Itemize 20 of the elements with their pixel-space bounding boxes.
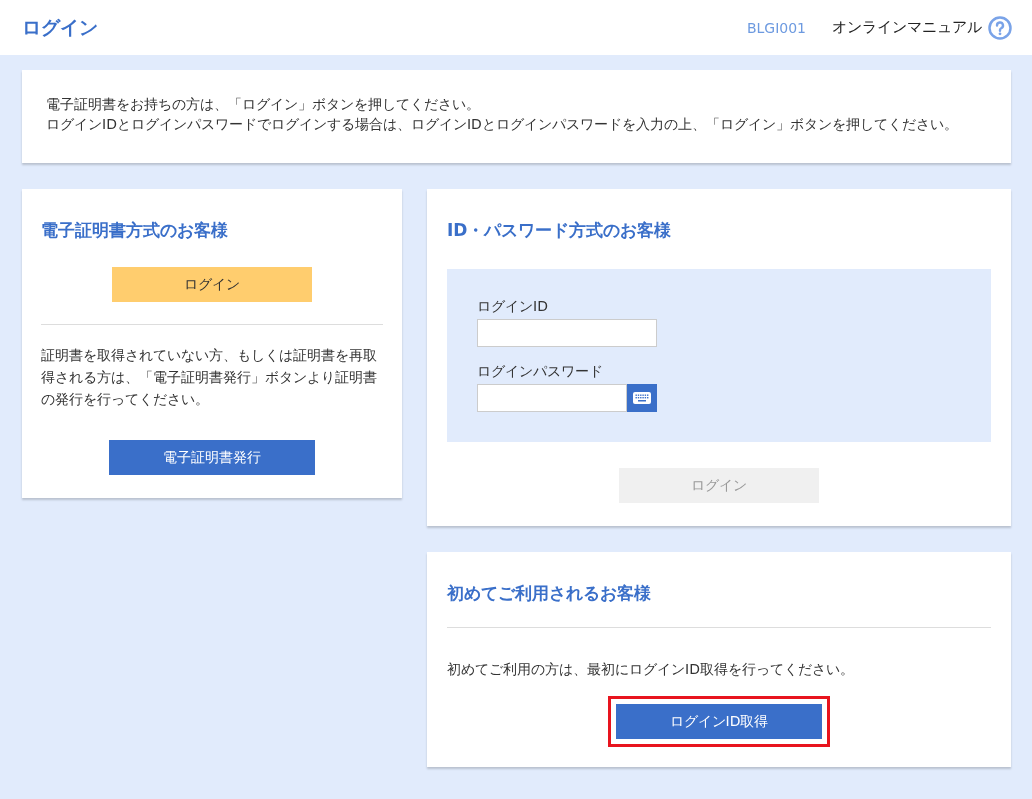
section-title: 初めてご利用されるお客様: [447, 582, 652, 605]
keyboard-icon: [633, 392, 651, 404]
section-title: ID・パスワード方式のお客様: [447, 219, 673, 242]
issue-certificate-button[interactable]: 電子証明書発行: [109, 440, 315, 475]
get-login-id-button[interactable]: ログインID取得: [616, 704, 822, 739]
help-icon: [988, 15, 1012, 40]
section-title: 電子証明書方式のお客様: [41, 219, 229, 242]
notice-text: ログインIDとログインパスワードでログインする場合は、ログインIDとログインパスワードを入力の上、「ログイン」ボタンを押してください。: [46, 115, 959, 134]
login-id-field[interactable]: [477, 319, 657, 347]
notice-text: 電子証明書をお持ちの方は、「ログイン」ボタンを押してください。: [46, 95, 481, 114]
login-button[interactable]: ログイン: [112, 267, 312, 302]
first-time-description: 初めてご利用の方は、最初にログインID取得を行ってください。: [447, 660, 855, 679]
certificate-description: 証明書を取得されていない方、もしくは証明書を再取得される方は、「電子証明書発行」ボタンより証明書の発行を行ってください。: [41, 346, 378, 409]
screen-id: BLGI001: [746, 19, 806, 36]
field-label: ログインID: [477, 298, 549, 316]
page-title: ログイン: [22, 14, 99, 40]
keyboard-button[interactable]: [627, 384, 657, 412]
field-label: ログインパスワード: [477, 363, 604, 381]
online-manual-link[interactable]: オンラインマニュアル: [832, 15, 1012, 40]
password-field[interactable]: [477, 384, 627, 412]
